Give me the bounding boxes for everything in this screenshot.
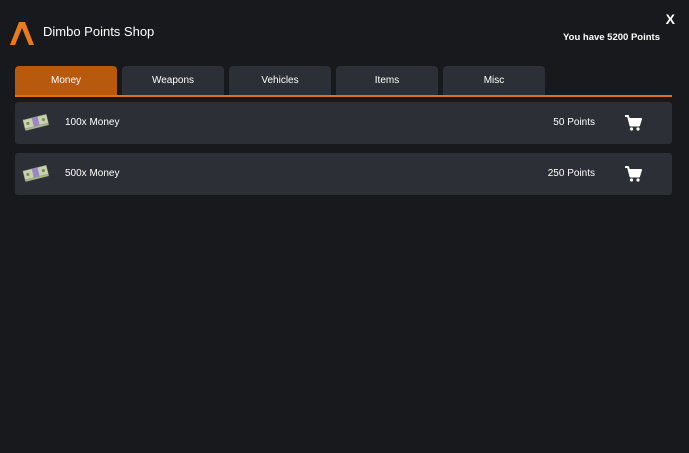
- money-stack-icon: [22, 164, 49, 182]
- tab-underline: [15, 95, 672, 97]
- tab-vehicles[interactable]: Vehicles: [229, 66, 331, 95]
- tab-misc[interactable]: Misc: [443, 66, 545, 95]
- item-price: 250 Points: [547, 168, 595, 179]
- shop-item-list: 100x Money 50 Points 500x Money 250 Poin…: [15, 102, 672, 204]
- money-stack-icon: [22, 113, 49, 131]
- cart-icon[interactable]: [624, 165, 642, 183]
- shop-item: 100x Money 50 Points: [15, 102, 672, 144]
- item-price: 50 Points: [553, 117, 595, 128]
- points-balance: You have 5200 Points: [563, 32, 660, 43]
- item-name: 500x Money: [65, 168, 120, 179]
- app-logo: [10, 22, 34, 45]
- tab-items[interactable]: Items: [336, 66, 438, 95]
- tab-money[interactable]: Money: [15, 66, 117, 95]
- item-name: 100x Money: [65, 117, 120, 128]
- tab-weapons[interactable]: Weapons: [122, 66, 224, 95]
- cart-icon[interactable]: [624, 114, 642, 132]
- close-button[interactable]: X: [666, 11, 675, 27]
- shop-item: 500x Money 250 Points: [15, 153, 672, 195]
- tab-bar: Money Weapons Vehicles Items Misc: [15, 66, 545, 95]
- page-title: Dimbo Points Shop: [43, 24, 155, 39]
